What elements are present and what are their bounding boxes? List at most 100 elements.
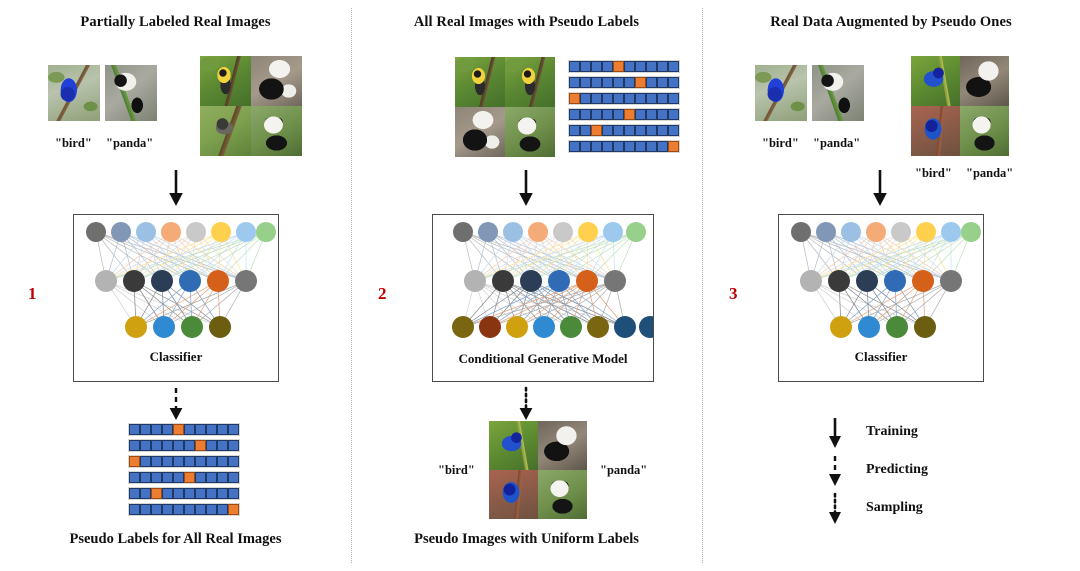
label-cell (646, 141, 657, 152)
label-cell (646, 93, 657, 104)
label-cell (217, 472, 228, 483)
column-divider-2 (702, 8, 703, 563)
label-cell (206, 504, 217, 515)
neural-network-small-1 (86, 222, 276, 338)
column-divider-1 (351, 8, 352, 563)
label-cell (184, 440, 195, 451)
label-cell (173, 472, 184, 483)
label-cell (646, 61, 657, 72)
label-cell (635, 109, 646, 120)
label-cell-active (624, 109, 635, 120)
label-bird-1: "bird" (55, 136, 92, 150)
label-cell (602, 125, 613, 136)
label-cell (580, 109, 591, 120)
label-cell (624, 77, 635, 88)
label-cell (602, 109, 613, 120)
label-cell (206, 424, 217, 435)
label-cell (151, 440, 162, 451)
label-cell (657, 93, 668, 104)
column-2-bottom-caption: Pseudo Images with Uniform Labels (414, 531, 639, 547)
label-cell (613, 141, 624, 152)
label-cell (591, 109, 602, 120)
training-arrow-icon (822, 416, 848, 455)
label-grid-row (128, 471, 240, 484)
label-cell (184, 424, 195, 435)
label-cell-active (668, 141, 679, 152)
label-cell (140, 424, 151, 435)
label-cell (140, 456, 151, 467)
label-cell (184, 456, 195, 467)
label-cell (151, 504, 162, 515)
step-number-2: 2 (378, 284, 387, 303)
label-grid-row (568, 140, 680, 153)
label-cell (591, 93, 602, 104)
label-cell (613, 125, 624, 136)
photo-unlabeled-pool-1 (200, 56, 302, 156)
label-cell-active (151, 488, 162, 499)
label-cell (195, 472, 206, 483)
label-cell (657, 125, 668, 136)
label-cell (162, 472, 173, 483)
label-cell (668, 109, 679, 120)
diagram-canvas: Partially Labeled Real Images 1 "bird" "… (0, 0, 1080, 571)
label-cell (657, 141, 668, 152)
label-cell (635, 93, 646, 104)
label-cell (591, 141, 602, 152)
training-arrow-2 (512, 168, 540, 213)
label-cell (624, 93, 635, 104)
legend-label-predicting: Predicting (866, 462, 928, 477)
label-cell (569, 141, 580, 152)
label-grid-row (128, 423, 240, 436)
label-cell (646, 125, 657, 136)
label-cell (129, 440, 140, 451)
label-cell (206, 456, 217, 467)
label-cell (151, 472, 162, 483)
label-cell (140, 504, 151, 515)
label-cell (217, 440, 228, 451)
label-cell (613, 109, 624, 120)
label-cell (206, 472, 217, 483)
label-cell (184, 504, 195, 515)
neural-network-small-3 (791, 222, 981, 338)
photo-bird-labeled-3 (755, 65, 807, 121)
label-cell (613, 93, 624, 104)
classifier-caption-1: Classifier (149, 349, 203, 364)
label-cell (569, 125, 580, 136)
label-pseudo-panda-3: "panda" (966, 166, 1014, 180)
label-cell (162, 504, 173, 515)
label-grid-row (128, 503, 240, 516)
label-cell (206, 440, 217, 451)
label-cell (195, 488, 206, 499)
label-cell (602, 93, 613, 104)
label-grid-row (128, 455, 240, 468)
label-cell (162, 440, 173, 451)
label-cell (129, 472, 140, 483)
label-cell (580, 93, 591, 104)
label-cell (613, 77, 624, 88)
label-cell (217, 488, 228, 499)
step-number-3: 3 (729, 284, 738, 303)
generative-model-caption-2: Conditional Generative Model (458, 351, 628, 366)
label-cell (195, 504, 206, 515)
label-grid-row (128, 487, 240, 500)
label-cell (602, 141, 613, 152)
pseudo-label-grid-2 (568, 60, 680, 156)
label-cell (624, 125, 635, 136)
label-cell (657, 77, 668, 88)
label-cell (580, 125, 591, 136)
label-cell-active (195, 440, 206, 451)
label-cell (173, 456, 184, 467)
label-cell (217, 456, 228, 467)
label-cell (162, 456, 173, 467)
label-cell (580, 61, 591, 72)
label-grid-row (568, 108, 680, 121)
label-cell (228, 456, 239, 467)
predicting-arrow-1 (162, 386, 190, 427)
column-3-title: Real Data Augmented by Pseudo Ones (770, 14, 1012, 30)
step-number-1: 1 (28, 284, 37, 303)
label-cell (624, 61, 635, 72)
label-cell (140, 472, 151, 483)
label-cell (162, 424, 173, 435)
label-grid-row (568, 124, 680, 137)
label-cell (668, 93, 679, 104)
